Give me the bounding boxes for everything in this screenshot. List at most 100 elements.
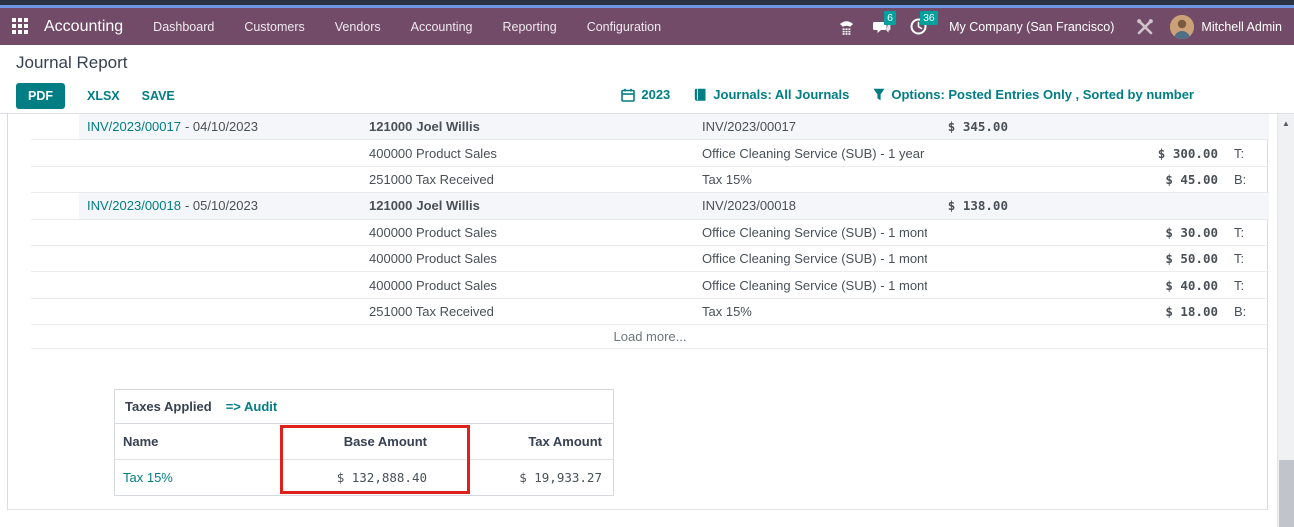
taxes-col-base: Base Amount [287,434,472,449]
taxes-col-tax: Tax Amount [472,434,615,449]
credit-cell [1012,114,1222,139]
account-partner-name: Joel Willis [416,119,479,134]
line-label-cell: Tax 15% [702,167,927,192]
row-indent-cell [31,140,79,165]
journals-filter-label: Journals: All Journals [713,87,849,102]
debit-cell [927,220,1012,245]
activities-clock-icon[interactable]: 36 [907,17,929,37]
company-switcher[interactable]: My Company (San Francisco) [949,20,1114,34]
tax-grid-cell: T: [1222,246,1269,271]
xlsx-button[interactable]: XLSX [87,89,120,103]
audit-link[interactable]: => Audit [226,399,278,414]
calendar-icon [621,88,635,102]
page: Accounting Dashboard Customers Vendors Acco… [0,0,1294,527]
tax-grid-cell: B: [1222,167,1269,192]
account-cell: 251000 Tax Received [367,299,702,324]
credit-cell [1012,193,1222,218]
document-cell [79,272,367,297]
journal-table-row: 251000 Tax Received Tax 15% $ 45.00 B: [31,167,1269,193]
taxes-table-body: Tax 15% $ 132,888.40 $ 19,933.27 [115,460,613,495]
document-cell [79,246,367,271]
debit-cell [927,167,1012,192]
save-button[interactable]: SAVE [142,89,175,103]
nav-item-vendors[interactable]: Vendors [335,16,381,38]
voip-phone-icon[interactable] [835,17,857,37]
document-cell [79,140,367,165]
options-filter[interactable]: Options: Posted Entries Only , Sorted by… [873,87,1194,102]
taxes-col-name: Name [115,434,287,449]
tax-name-link[interactable]: Tax 15% [115,470,287,485]
journals-filter[interactable]: Journals: All Journals [694,87,849,102]
credit-cell: $ 40.00 [1012,272,1222,297]
activities-badge: 36 [920,11,938,25]
document-cell: INV/2023/00018 - 05/10/2023 [79,193,367,218]
control-panel: Journal Report PDF XLSX SAVE 2023 [0,45,1294,114]
document-cell [79,299,367,324]
line-label-cell: Tax 15% [702,299,927,324]
journal-table-row: 400000 Product Sales Office Cleaning Ser… [31,246,1269,272]
account-code: 251000 Tax Received [369,304,494,319]
line-label-cell: Office Cleaning Service (SUB) - 1 month … [702,272,927,297]
messages-badge: 6 [884,11,896,25]
account-code: 121000 [369,198,412,213]
document-cell [79,220,367,245]
nav-item-customers[interactable]: Customers [244,16,304,38]
journal-table-row: 400000 Product Sales Office Cleaning Ser… [31,140,1269,166]
line-label-cell: Office Cleaning Service (SUB) - 1 month … [702,246,927,271]
tax-grid-cell: T: [1222,140,1269,165]
scrollbar-up-arrow-icon[interactable]: ▲ [1278,114,1294,128]
vertical-scrollbar[interactable]: ▲ [1277,114,1294,527]
tax-base-amount: $ 132,888.40 [287,470,472,485]
account-code: 400000 Product Sales [369,225,497,240]
tax-grid-cell: T: [1222,272,1269,297]
line-label-cell: Office Cleaning Service (SUB) - 1 month … [702,220,927,245]
row-indent-cell [31,193,79,218]
journal-table-row: 251000 Tax Received Tax 15% $ 18.00 B: [31,299,1269,325]
debit-cell [927,246,1012,271]
user-name: Mitchell Admin [1201,20,1282,34]
account-partner-name: Joel Willis [416,198,479,213]
credit-cell: $ 50.00 [1012,246,1222,271]
row-indent-cell [31,246,79,271]
nav-item-configuration[interactable]: Configuration [587,16,661,38]
account-code: 400000 Product Sales [369,146,497,161]
user-menu[interactable]: Mitchell Admin [1170,15,1282,39]
pdf-button[interactable]: PDF [16,83,65,109]
account-code: 121000 [369,119,412,134]
journal-entry-link[interactable]: INV/2023/00017 [87,119,181,134]
credit-cell: $ 30.00 [1012,220,1222,245]
credit-cell: $ 45.00 [1012,167,1222,192]
debug-tools-icon[interactable] [1134,17,1156,37]
account-code: 251000 Tax Received [369,172,494,187]
row-indent-cell [31,299,79,324]
load-more-link[interactable]: Load more... [31,325,1269,349]
line-label-cell: INV/2023/00017 [702,114,927,139]
debit-cell [927,140,1012,165]
account-cell: 251000 Tax Received [367,167,702,192]
tax-grid-cell [1222,193,1269,218]
nav-item-reporting[interactable]: Reporting [503,16,557,38]
journal-entry-date: - 05/10/2023 [185,198,258,213]
report-frame: INV/2023/00017 - 04/10/2023 121000 Joel … [7,114,1268,510]
apps-menu-icon[interactable] [12,18,30,36]
date-filter[interactable]: 2023 [621,87,670,102]
debit-cell [927,272,1012,297]
row-indent-cell [31,220,79,245]
journal-table: INV/2023/00017 - 04/10/2023 121000 Joel … [31,114,1269,349]
nav-item-accounting[interactable]: Accounting [411,16,473,38]
journal-entry-link[interactable]: INV/2023/00018 [87,198,181,213]
taxes-applied-title: Taxes Applied [125,399,212,414]
account-cell: 121000 Joel Willis [367,193,702,218]
app-name[interactable]: Accounting [44,18,123,36]
credit-cell: $ 18.00 [1012,299,1222,324]
taxes-table-row: Tax 15% $ 132,888.40 $ 19,933.27 [115,460,613,495]
scrollbar-thumb[interactable] [1279,460,1294,527]
tax-grid-cell [1222,114,1269,139]
taxes-card-header: Taxes Applied => Audit [115,390,613,424]
row-indent-cell [31,114,79,139]
messages-icon[interactable]: 6 [871,17,893,37]
nav-item-dashboard[interactable]: Dashboard [153,16,214,38]
account-cell: 400000 Product Sales [367,246,702,271]
account-cell: 400000 Product Sales [367,140,702,165]
line-label-cell: Office Cleaning Service (SUB) - 1 year 0… [702,140,927,165]
